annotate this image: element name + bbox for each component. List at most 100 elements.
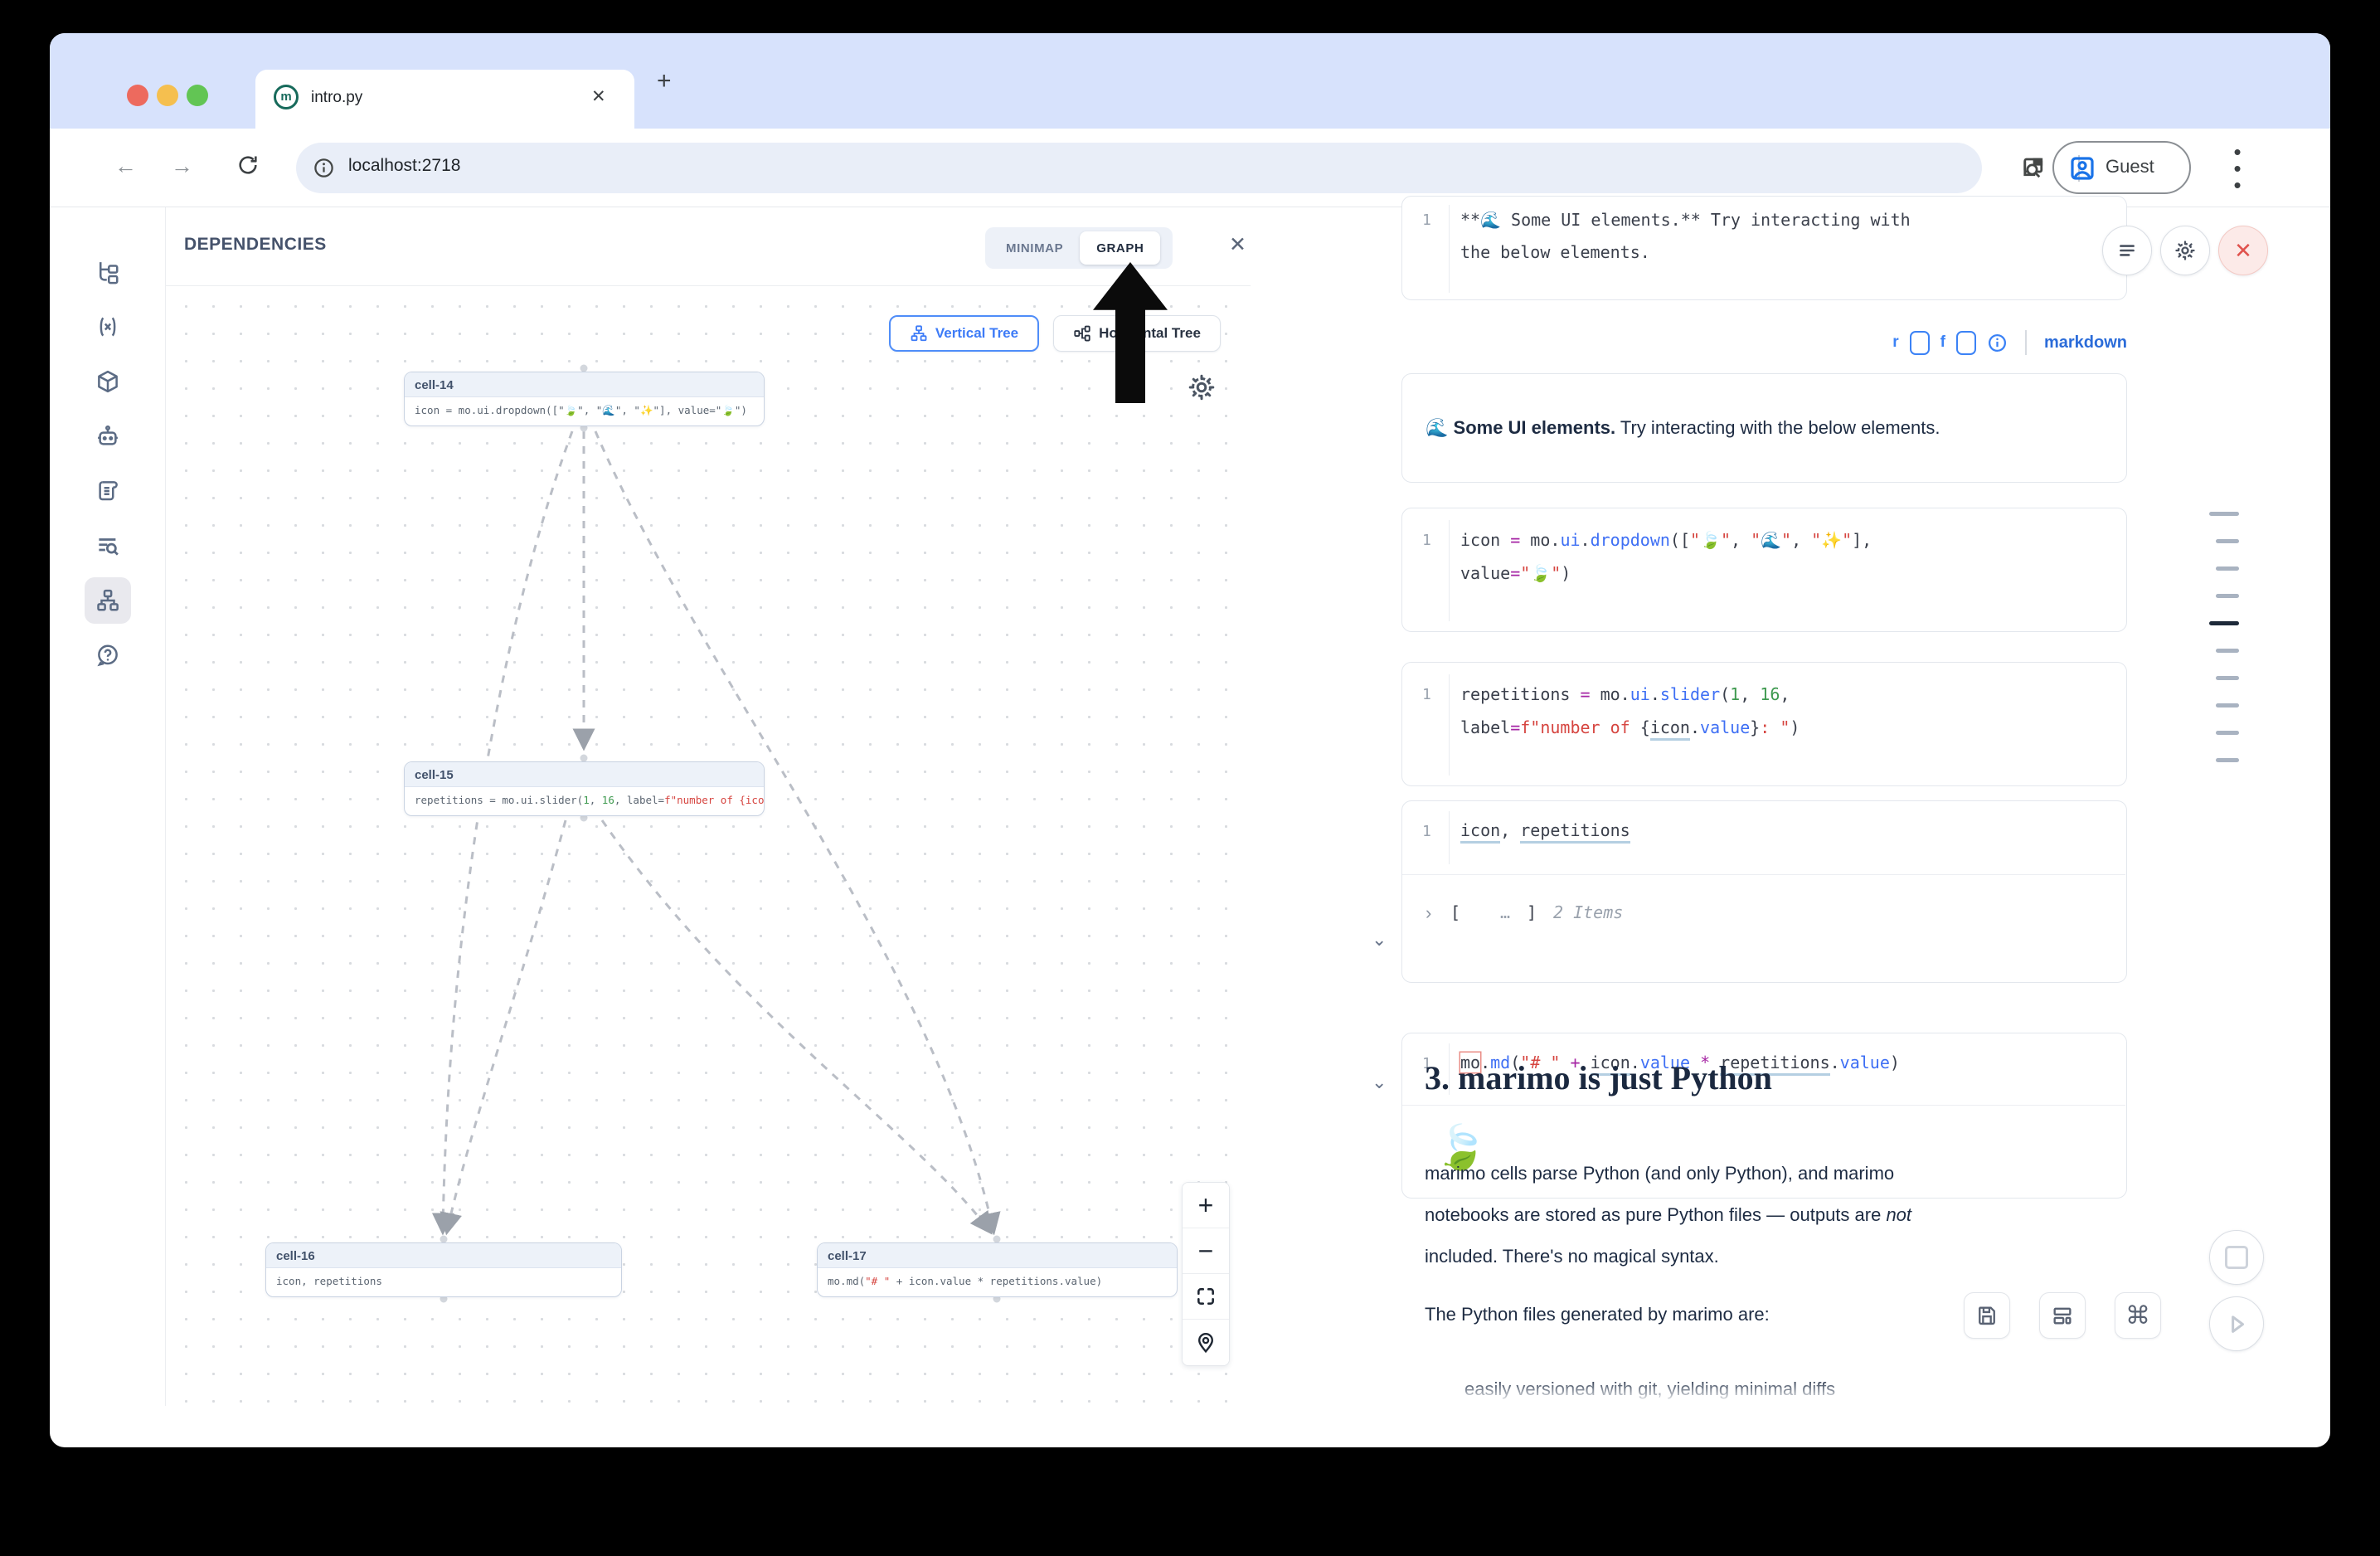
command-palette-button[interactable]: ⌘ bbox=[2115, 1292, 2161, 1339]
site-info-icon[interactable] bbox=[313, 157, 335, 179]
markdown-output-text: 🌊 Some UI elements. Try interacting with… bbox=[1426, 417, 1940, 439]
sidebar-item-help[interactable] bbox=[85, 632, 131, 678]
tab-title: intro.py bbox=[311, 89, 362, 107]
panel-close-icon[interactable]: ✕ bbox=[1229, 232, 1246, 257]
horizontal-tree-icon bbox=[1073, 324, 1091, 343]
output-expand-chevron[interactable]: › bbox=[1426, 902, 1431, 924]
dependencies-panel: DEPENDENCIES MINIMAP GRAPH ✕ bbox=[166, 207, 1251, 1406]
editor-line[interactable]: **🌊 Some UI elements.** Try interacting … bbox=[1460, 203, 1911, 236]
scroll-fade bbox=[1401, 1379, 2148, 1406]
code-line[interactable]: repetitions = mo.ui.slider(1, 16, bbox=[1460, 678, 1790, 711]
stop-icon bbox=[2225, 1246, 2248, 1269]
graph-node-cell-16[interactable]: cell-16 icon, repetitions bbox=[265, 1242, 622, 1297]
minimap-bar[interactable] bbox=[2216, 676, 2239, 680]
tab-search-icon[interactable] bbox=[2022, 155, 2047, 180]
gutter-divider bbox=[1449, 520, 1450, 621]
zoom-out-button[interactable]: − bbox=[1183, 1228, 1229, 1274]
minimap-bar[interactable] bbox=[2209, 512, 2239, 516]
save-button[interactable] bbox=[1964, 1292, 2010, 1339]
traffic-light-close[interactable] bbox=[127, 85, 148, 106]
reload-icon[interactable] bbox=[236, 153, 260, 177]
code-line[interactable]: icon = mo.ui.dropdown(["🍃", "🌊", "✨"], bbox=[1460, 523, 1872, 557]
code-cell-slider[interactable]: 1 repetitions = mo.ui.slider(1, 16, labe… bbox=[1401, 662, 2127, 786]
code-line[interactable]: label=f"number of {icon.value}: ") bbox=[1460, 711, 1800, 744]
minimap-bar[interactable] bbox=[2209, 621, 2239, 625]
minimap-bar[interactable] bbox=[2216, 649, 2239, 653]
toggle-minimap[interactable]: MINIMAP bbox=[989, 231, 1080, 265]
cell-output-divider bbox=[1402, 1105, 2125, 1106]
profile-button[interactable]: Guest bbox=[2052, 141, 2191, 194]
sidebar-item-packages[interactable] bbox=[85, 358, 131, 405]
sidebar-item-snippets[interactable] bbox=[85, 468, 131, 514]
vertical-tree-label: Vertical Tree bbox=[935, 325, 1018, 342]
toggle-graph[interactable]: GRAPH bbox=[1080, 231, 1160, 265]
sidebar-item-file-explorer[interactable] bbox=[85, 249, 131, 295]
toolbar-separator bbox=[2025, 330, 2027, 355]
interrupt-button[interactable] bbox=[2209, 1230, 2264, 1285]
run-hotkey-icon[interactable] bbox=[1910, 331, 1930, 355]
cell-language-label[interactable]: markdown bbox=[2044, 333, 2127, 353]
traffic-light-minimize[interactable] bbox=[157, 85, 178, 106]
shutdown-button[interactable]: ✕ bbox=[2218, 226, 2268, 275]
graph-canvas[interactable]: Vertical Tree Horizontal Tree cell-14 ic… bbox=[166, 286, 1251, 1406]
graph-node-cell-14[interactable]: cell-14 icon = mo.ui.dropdown(["🍃", "🌊",… bbox=[404, 372, 765, 426]
browser-tabbar: m intro.py ✕ + bbox=[50, 33, 2330, 129]
address-bar[interactable]: localhost:2718 bbox=[296, 143, 1982, 193]
cell-info-icon[interactable] bbox=[1987, 333, 2008, 353]
browser-window: m intro.py ✕ + ← → localhost:2718 Guest bbox=[50, 33, 2330, 1447]
graph-node-cell-15[interactable]: cell-15 repetitions = mo.ui.slider(1, 16… bbox=[404, 761, 765, 816]
format-hotkey-icon[interactable] bbox=[1956, 331, 1976, 355]
tab-close-icon[interactable]: ✕ bbox=[591, 86, 606, 107]
code-cell-tuple[interactable]: 1 icon, repetitions › [ … ] 2 Items bbox=[1401, 800, 2127, 983]
locate-node-button[interactable] bbox=[1183, 1320, 1229, 1365]
markdown-editor-cell[interactable]: 1 **🌊 Some UI elements.** Try interactin… bbox=[1401, 196, 2127, 300]
code-line[interactable]: icon, repetitions bbox=[1460, 814, 1630, 847]
fit-view-button[interactable] bbox=[1183, 1274, 1229, 1320]
graph-node-cell-17[interactable]: cell-17 mo.md("# " + icon.value * repeti… bbox=[817, 1242, 1178, 1297]
vertical-tree-button[interactable]: Vertical Tree bbox=[889, 315, 1039, 352]
prose-paragraph: marimo cells parse Python (and only Pyth… bbox=[1425, 1153, 1911, 1277]
notebook-menu-button[interactable] bbox=[2102, 226, 2152, 275]
notebook-settings-button[interactable] bbox=[2160, 226, 2210, 275]
collapse-output-chevron[interactable]: ⌄ bbox=[1372, 929, 1387, 951]
minimap-bar[interactable] bbox=[2216, 566, 2239, 571]
panel-title: DEPENDENCIES bbox=[184, 235, 327, 255]
marimo-favicon: m bbox=[274, 85, 299, 109]
editor-line[interactable]: the below elements. bbox=[1460, 236, 1650, 269]
sidebar-item-variables[interactable] bbox=[85, 304, 131, 350]
prose-files-line: The Python files generated by marimo are… bbox=[1425, 1304, 1770, 1325]
play-icon bbox=[2224, 1311, 2249, 1336]
back-icon[interactable]: ← bbox=[114, 153, 137, 179]
browser-menu-icon[interactable]: ••• bbox=[2231, 143, 2244, 193]
gutter-divider bbox=[1449, 205, 1450, 293]
run-hotkey-label: r bbox=[1892, 333, 1898, 352]
vertical-tree-icon bbox=[910, 324, 928, 343]
traffic-light-maximize[interactable] bbox=[187, 85, 208, 106]
minimap-bar[interactable] bbox=[2216, 731, 2239, 735]
sidebar-item-logs[interactable] bbox=[85, 523, 131, 569]
zoom-in-button[interactable]: + bbox=[1183, 1183, 1229, 1228]
sidebar-item-ai-assistant[interactable] bbox=[85, 413, 131, 460]
list-items-count: 2 Items bbox=[1553, 902, 1623, 922]
command-icon: ⌘ bbox=[2125, 1301, 2150, 1330]
graph-settings-icon[interactable] bbox=[1187, 372, 1217, 402]
run-all-button[interactable] bbox=[2209, 1296, 2264, 1351]
minimap-bar[interactable] bbox=[2216, 758, 2239, 762]
section-collapse-chevron[interactable]: ⌄ bbox=[1372, 1072, 1387, 1093]
browser-tab[interactable]: m intro.py ✕ bbox=[255, 70, 634, 129]
horizontal-tree-label: Horizontal Tree bbox=[1099, 325, 1201, 342]
list-bracket-close: ] bbox=[1527, 902, 1537, 922]
minimap-bar[interactable] bbox=[2216, 594, 2239, 598]
node-title: cell-14 bbox=[405, 372, 764, 397]
app-sidebar bbox=[50, 207, 166, 1406]
code-line[interactable]: value="🍃") bbox=[1460, 557, 1571, 590]
minimap-bar[interactable] bbox=[2216, 703, 2239, 707]
code-cell-dropdown[interactable]: 1 icon = mo.ui.dropdown(["🍃", "🌊", "✨"],… bbox=[1401, 508, 2127, 632]
minimap-bar[interactable] bbox=[2216, 539, 2239, 543]
forward-icon[interactable]: → bbox=[171, 153, 193, 179]
cell-toolbar: r f markdown bbox=[1791, 326, 2127, 359]
node-code: repetitions = mo.ui.slider(1, 16, label=… bbox=[405, 787, 764, 814]
graph-zoom-controls: + − bbox=[1182, 1182, 1230, 1366]
layout-toggle-button[interactable] bbox=[2039, 1292, 2086, 1339]
sidebar-item-dependency-graph[interactable] bbox=[85, 577, 131, 624]
